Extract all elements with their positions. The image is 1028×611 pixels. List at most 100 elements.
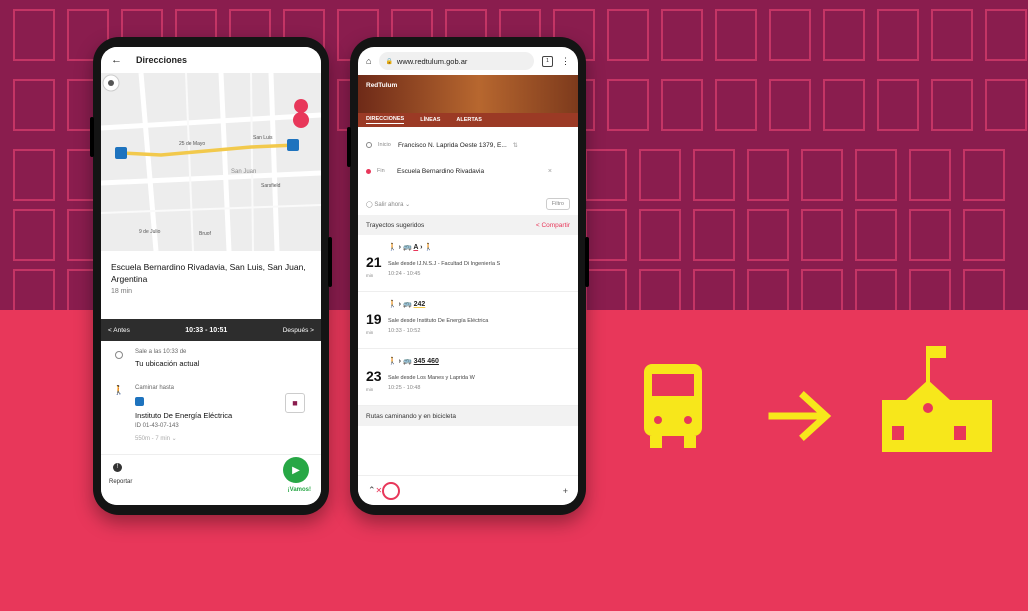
- trip-option[interactable]: 23 min 🚶 › 🚌 345 460 Sale desde Los Manes…: [358, 349, 578, 406]
- bike-section-header[interactable]: Rutas caminando y en bicicleta: [358, 406, 578, 426]
- go-fab-button[interactable]: ▶: [283, 457, 309, 483]
- chevron-up-icon[interactable]: ⌃: [368, 485, 376, 496]
- bus-stop-icon: [135, 397, 144, 406]
- bike-section-title: Rutas caminando y en bicicleta: [366, 412, 456, 420]
- tab-direcciones[interactable]: DIRECCIONES: [366, 116, 405, 124]
- back-arrow-icon[interactable]: ←: [111, 54, 122, 66]
- destination-card[interactable]: Escuela Bernardino Rivadavia, San Luis, …: [101, 251, 321, 319]
- step-main: Instituto De Energía Eléctrica: [135, 411, 233, 420]
- trip-unit: min: [366, 273, 374, 278]
- step-meta: 550m - 7 min ⌄: [135, 436, 177, 442]
- url-field[interactable]: 🔒 www.redtulum.gob.ar: [379, 52, 534, 70]
- trip-lines: 🚶 › 🚌 242: [388, 301, 426, 308]
- swap-icon[interactable]: ⇅: [513, 142, 518, 149]
- start-label: Inicio: [378, 142, 391, 148]
- play-icon: ▶: [292, 464, 300, 476]
- suggested-title: Trayectos sugeridos: [366, 221, 425, 229]
- walking-icon: › 🚶: [418, 244, 434, 251]
- trip-option[interactable]: 19 min 🚶 › 🚌 242 Sale desde Instituto De …: [358, 292, 578, 349]
- route-map[interactable]: 25 de Mayo San Luis San Juan Sarsfield 9…: [101, 73, 321, 251]
- map-label: San Juan: [231, 169, 257, 175]
- arrow-right-icon: [768, 391, 832, 441]
- step-small: Sale a las 10:33 de: [135, 349, 187, 355]
- tab-lineas[interactable]: LÍNEAS: [420, 117, 440, 123]
- bus-icon: 🚌: [402, 301, 414, 308]
- start-dot-icon: [366, 142, 372, 148]
- steps-list: Sale a las 10:33 de Tu ubicación actual …: [101, 341, 321, 471]
- end-field[interactable]: Fin Escuela Bernardino Rivadavia ×: [366, 161, 570, 181]
- home-icon[interactable]: ⌂: [366, 56, 371, 66]
- destination-time: 18 min: [111, 288, 133, 295]
- trip-unit: min: [366, 387, 374, 392]
- more-menu-icon[interactable]: ⋮: [561, 56, 570, 67]
- step-main: Tu ubicación actual: [135, 359, 200, 368]
- filter-button[interactable]: Filtro: [545, 198, 570, 210]
- school-icon: [882, 346, 992, 452]
- start-field[interactable]: Inicio Francisco N. Laprida Oeste 1379, …: [366, 135, 570, 155]
- directions-footer: ! Reportar ▶ ¡Vamos!: [101, 454, 321, 505]
- map-label: Sarsfield: [261, 183, 281, 189]
- location-badge-icon[interactable]: [382, 481, 401, 500]
- end-value: Escuela Bernardino Rivadavia: [397, 167, 485, 175]
- briefcase-icon[interactable]: ■: [285, 393, 305, 413]
- walking-icon: 🚶 ›: [388, 358, 403, 365]
- walking-icon: 🚶: [113, 385, 125, 395]
- trip-minutes: 19: [366, 311, 382, 327]
- tab-alertas[interactable]: ALERTAS: [456, 117, 482, 123]
- tabs-count-icon[interactable]: 1: [542, 55, 553, 67]
- trip-time: 10:25 - 10:48: [388, 385, 421, 391]
- next-button[interactable]: Después >: [283, 327, 314, 334]
- site-hero: RedTulum: [358, 75, 578, 113]
- phone-directions: ← Direcciones 25 de Mayo San Luis San Ju…: [90, 37, 332, 515]
- lock-icon: 🔒: [385, 58, 393, 65]
- end-pin-icon: [366, 168, 371, 174]
- trip-unit: min: [366, 330, 374, 335]
- trip-minutes: 23: [366, 368, 382, 384]
- stop-id: ID 01-43-07-143: [135, 423, 179, 429]
- destination-name: Escuela Bernardino Rivadavia, San Luis, …: [111, 262, 306, 284]
- walking-icon: 🚶 ›: [388, 301, 403, 308]
- bus-icon: 🚌: [402, 244, 414, 251]
- clear-icon[interactable]: ×: [548, 168, 552, 175]
- trip-origin: Sale desde Los Manes y Laprida W: [388, 375, 475, 381]
- map-label: 25 de Mayo: [179, 141, 206, 147]
- prev-button[interactable]: < Antes: [108, 327, 130, 334]
- map-canvas: [101, 73, 321, 251]
- phone-redtulum-web: ⌂ 🔒 www.redtulum.gob.ar 1 ⋮ RedTulum DIR…: [347, 37, 589, 515]
- site-tabs: DIRECCIONES LÍNEAS ALERTAS: [358, 113, 578, 127]
- trip-origin: Sale desde Instituto De Energía Eléctric…: [388, 318, 489, 324]
- end-label: Fin: [377, 168, 385, 174]
- leave-now-select[interactable]: ◯ Salir ahora ⌄: [366, 201, 410, 208]
- browser-bar: ⌂ 🔒 www.redtulum.gob.ar 1 ⋮: [358, 47, 578, 75]
- alert-icon[interactable]: !: [113, 463, 122, 472]
- trip-lines: 🚶 › 🚌 345 460: [388, 358, 439, 365]
- suggested-header: Trayectos sugeridos < Compartir: [358, 215, 578, 235]
- trip-time: 10:24 - 10:45: [388, 271, 421, 277]
- report-label[interactable]: Reportar: [109, 479, 132, 485]
- url-text: www.redtulum.gob.ar: [396, 56, 468, 66]
- trip-origin: Sale desde IJ.N.S.J - Facultad Di Ingeni…: [388, 261, 501, 267]
- step-small: Caminar hasta: [135, 385, 175, 391]
- time-nav-bar: < Antes 10:33 - 10:51 Después >: [101, 319, 321, 341]
- bus-icon: 🚌: [402, 358, 414, 365]
- bus-to-school-graphic: [644, 346, 992, 452]
- bus-icon: [644, 364, 702, 448]
- trip-lines: 🚶 › 🚌 A › 🚶: [388, 244, 434, 251]
- time-range: 10:33 - 10:51: [185, 326, 228, 334]
- leave-options: ◯ Salir ahora ⌄ Filtro: [358, 193, 578, 215]
- trip-time: 10:33 - 10:52: [388, 328, 421, 334]
- go-label[interactable]: ¡Vamos!: [288, 487, 311, 493]
- trip-option[interactable]: 21 min 🚶 › 🚌 A › 🚶 Sale desde IJ.N.S.J - …: [358, 235, 578, 292]
- map-label: 9 de Julio: [139, 229, 161, 235]
- site-logo[interactable]: RedTulum: [366, 82, 397, 89]
- add-icon[interactable]: +: [563, 486, 568, 496]
- directions-header: ← Direcciones: [101, 47, 321, 73]
- map-label: San Luis: [253, 135, 273, 141]
- radio-circle-icon: [115, 351, 123, 359]
- pin-icon[interactable]: ✕: [376, 486, 383, 495]
- map-label: Bruof: [199, 231, 211, 237]
- share-button[interactable]: < Compartir: [536, 222, 570, 229]
- trip-minutes: 21: [366, 254, 382, 270]
- header-title: Direcciones: [136, 55, 188, 65]
- start-value: Francisco N. Laprida Oeste 1379, E...: [398, 141, 507, 149]
